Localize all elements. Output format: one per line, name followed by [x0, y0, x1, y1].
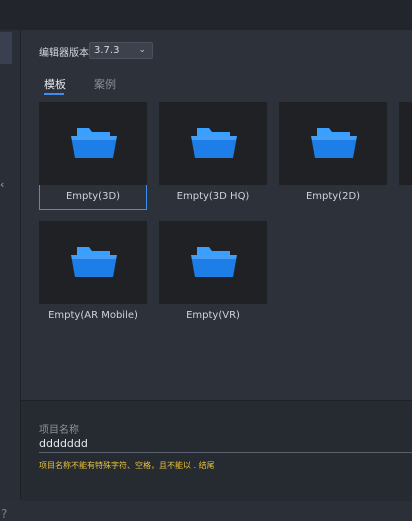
tab-example[interactable]: 案例 [94, 76, 116, 92]
main-panel [21, 30, 412, 400]
folder-icon [311, 128, 357, 158]
template-thumbnail [39, 102, 147, 185]
template-thumbnail [159, 221, 267, 304]
template-thumbnail [39, 221, 147, 304]
folder-icon [71, 247, 117, 277]
editor-version-label: 编辑器版本 [39, 48, 89, 59]
template-card-empty-3d[interactable]: Empty(3D) [39, 102, 147, 210]
active-tab-indicator [44, 93, 64, 95]
template-label: Empty(AR Mobile) [48, 310, 138, 321]
folder-icon [191, 128, 237, 158]
template-label: Empty(3D HQ) [176, 191, 250, 202]
chevron-left-icon[interactable]: ‹ [0, 178, 4, 191]
chevron-down-icon: ⌄ [138, 45, 146, 55]
template-card-partial[interactable] [399, 102, 412, 210]
template-label: Empty(VR) [186, 310, 240, 321]
folder-icon [191, 247, 237, 277]
sidebar-selected-item[interactable] [0, 32, 12, 64]
folder-icon [71, 128, 117, 158]
template-thumbnail [279, 102, 387, 185]
editor-version-select[interactable]: 3.7.3 ⌄ [89, 42, 153, 59]
template-card-empty-3d-hq[interactable]: Empty(3D HQ) [159, 102, 267, 210]
template-label: Empty(3D) [65, 191, 121, 202]
help-icon[interactable]: ? [1, 507, 7, 521]
tab-template[interactable]: 模板 [44, 76, 66, 92]
sidebar: ‹ ? [0, 30, 21, 521]
template-thumbnail [399, 102, 412, 185]
template-thumbnail [159, 102, 267, 185]
template-card-empty-ar-mobile[interactable]: Empty(AR Mobile) [39, 221, 147, 329]
template-card-empty-vr[interactable]: Empty(VR) [159, 221, 267, 329]
top-bar [0, 0, 412, 30]
template-card-empty-2d[interactable]: Empty(2D) [279, 102, 387, 210]
template-label: Empty(2D) [305, 191, 361, 202]
editor-version-value: 3.7.3 [94, 45, 120, 56]
project-name-input[interactable] [39, 434, 412, 453]
project-name-warning: 项目名称不能有特殊字符、空格，且不能以 . 结尾 [39, 461, 215, 470]
